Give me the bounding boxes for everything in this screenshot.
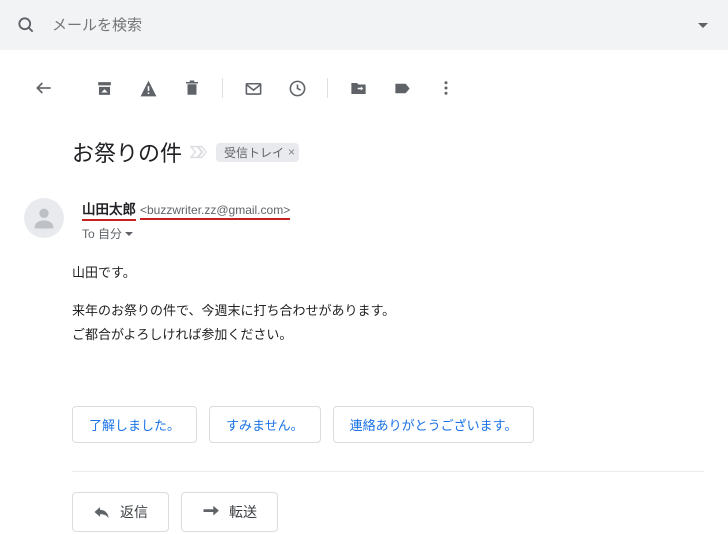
sender-row: 山田太郎 <buzzwriter.zz@gmail.com> <box>82 198 290 221</box>
smart-reply-2[interactable]: すみません。 <box>209 406 321 443</box>
reply-icon <box>93 505 110 519</box>
sender-name: 山田太郎 <box>82 198 136 221</box>
recipient-text: To 自分 <box>82 225 122 242</box>
move-to-icon[interactable] <box>338 68 378 108</box>
message-body: 山田です。 来年のお祭りの件で、今週末に打ち合わせがあります。 ご都合がよろしけ… <box>72 262 704 346</box>
toolbar <box>0 50 728 126</box>
subject-row: お祭りの件 受信トレイ × <box>72 136 704 168</box>
remove-label-icon[interactable]: × <box>288 145 295 159</box>
sender-email: <buzzwriter.zz@gmail.com> <box>140 203 290 220</box>
more-icon[interactable] <box>426 68 466 108</box>
message-header: 山田太郎 <buzzwriter.zz@gmail.com> To 自分 <box>24 198 704 242</box>
reply-button[interactable]: 返信 <box>72 492 169 532</box>
search-input[interactable] <box>52 17 712 34</box>
body-line: 来年のお祭りの件で、今週末に打ち合わせがあります。 <box>72 300 704 322</box>
search-icon <box>16 15 36 35</box>
subject-text: お祭りの件 <box>72 136 182 168</box>
divider <box>72 471 704 472</box>
message-content: お祭りの件 受信トレイ × 山田太郎 <buzzwriter.zz@gmail.… <box>0 136 728 532</box>
avatar <box>24 198 64 238</box>
delete-icon[interactable] <box>172 68 212 108</box>
search-options-dropdown[interactable] <box>698 23 708 28</box>
smart-replies: 了解しました。 すみません。 連絡ありがとうございます。 <box>72 406 704 443</box>
back-icon[interactable] <box>24 68 64 108</box>
toolbar-separator <box>222 78 223 98</box>
forward-label: 転送 <box>229 502 257 522</box>
report-spam-icon[interactable] <box>128 68 168 108</box>
chevron-down-icon <box>125 232 133 236</box>
action-buttons: 返信 転送 <box>72 492 704 532</box>
search-bar <box>0 0 728 50</box>
inbox-label-text: 受信トレイ <box>224 144 284 161</box>
smart-reply-1[interactable]: 了解しました。 <box>72 406 197 443</box>
forward-button[interactable]: 転送 <box>181 492 278 532</box>
body-line: 山田です。 <box>72 262 704 284</box>
inbox-label-chip[interactable]: 受信トレイ × <box>216 143 299 162</box>
labels-icon[interactable] <box>382 68 422 108</box>
smart-reply-3[interactable]: 連絡ありがとうございます。 <box>333 406 535 443</box>
reply-label: 返信 <box>120 502 148 522</box>
snooze-icon[interactable] <box>277 68 317 108</box>
forward-icon <box>202 505 219 519</box>
toolbar-separator <box>327 78 328 98</box>
mark-unread-icon[interactable] <box>233 68 273 108</box>
recipient-row[interactable]: To 自分 <box>82 225 290 242</box>
archive-icon[interactable] <box>84 68 124 108</box>
body-line: ご都合がよろしければ参加ください。 <box>72 324 704 346</box>
importance-icon[interactable] <box>190 145 208 159</box>
